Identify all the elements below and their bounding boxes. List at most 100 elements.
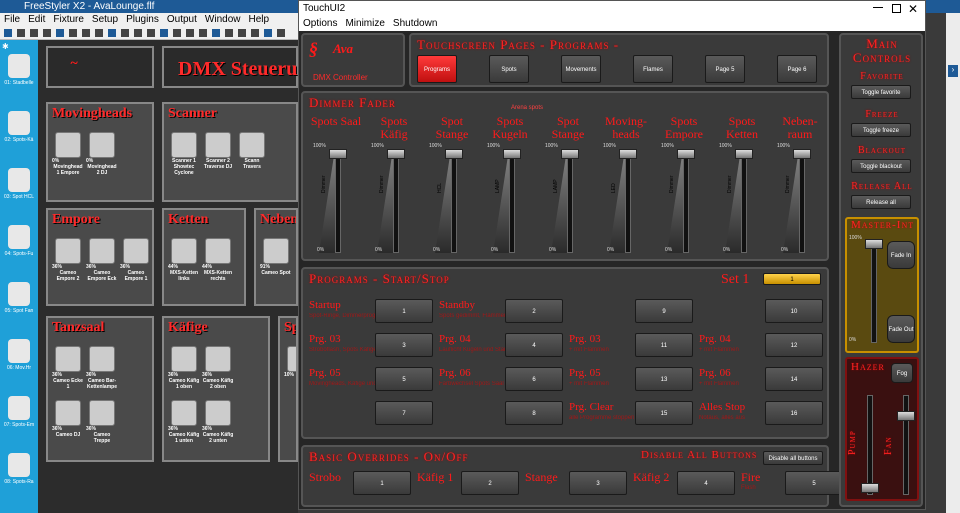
program-button[interactable]: 10 xyxy=(765,299,823,323)
toolbar-tool-icon[interactable] xyxy=(225,29,233,37)
toolbar-tool-icon[interactable] xyxy=(212,29,220,37)
freeze-button[interactable]: Toggle freeze xyxy=(851,123,911,137)
pump-fader-track[interactable] xyxy=(867,395,873,495)
fixture[interactable]: 91% Cameo Spot xyxy=(260,238,292,276)
toolbar-tool-icon[interactable] xyxy=(69,29,77,37)
program-button[interactable]: 4 xyxy=(505,333,563,357)
dimmer-fader[interactable]: 100% 0% LAMP xyxy=(545,133,595,253)
toolbar-tool-icon[interactable] xyxy=(238,29,246,37)
blackout-button[interactable]: Toggle blackout xyxy=(851,159,911,173)
touchui-menu-item[interactable]: Shutdown xyxy=(393,18,437,29)
fixture[interactable]: 0% Movinghead 1 Empore xyxy=(52,132,84,176)
fixture[interactable]: 44% MXS-Ketten rechts xyxy=(202,238,234,282)
set-button[interactable]: 1 xyxy=(763,273,821,285)
fixture[interactable]: Scanner 2 Traverse DJ xyxy=(202,132,234,170)
dimmer-fader[interactable]: 100% 0% Dimmer xyxy=(719,133,769,253)
page-button[interactable]: Movements xyxy=(561,55,601,83)
sidebar-item[interactable]: 01: Stadbelle xyxy=(2,52,36,96)
master-fader-track[interactable] xyxy=(871,239,877,343)
disable-all-button[interactable]: Disable all buttons xyxy=(763,451,823,465)
program-button[interactable]: 14 xyxy=(765,367,823,391)
sidebar-item[interactable]: 05: Spot Fan xyxy=(2,280,36,324)
fixture[interactable]: 36% Cameo DJ xyxy=(52,400,84,438)
fixture[interactable]: 36% Cameo Empore 2 xyxy=(52,238,84,282)
favorite-button[interactable]: Toggle favorite xyxy=(851,85,911,99)
override-button[interactable]: 3 xyxy=(569,471,627,495)
close-icon[interactable]: ✕ xyxy=(907,2,919,16)
fixture[interactable]: 10%Tr xyxy=(284,346,296,384)
fader-knob[interactable] xyxy=(387,149,405,159)
fader-knob[interactable] xyxy=(561,149,579,159)
touchui-menu-item[interactable]: Minimize xyxy=(345,18,384,29)
override-button[interactable]: 2 xyxy=(461,471,519,495)
fader-knob[interactable] xyxy=(445,149,463,159)
toolbar-tool-icon[interactable] xyxy=(147,29,155,37)
program-button[interactable]: 3 xyxy=(375,333,433,357)
page-button[interactable]: Page 5 xyxy=(705,55,745,83)
fixture[interactable]: 36% Cameo Käfig 2 oben xyxy=(202,346,234,390)
fs-menu-item[interactable]: File xyxy=(4,14,20,25)
chevron-right-icon[interactable]: › xyxy=(948,65,958,77)
fixture[interactable]: 36% Cameo Bar-Kettenlampe xyxy=(86,346,118,390)
sidebar-pin-icon[interactable]: ✱ xyxy=(2,42,10,51)
fader-knob[interactable] xyxy=(329,149,347,159)
fixture[interactable]: 36% Cameo Ecke 1 xyxy=(52,346,84,390)
program-button[interactable]: 15 xyxy=(635,401,693,425)
fade-out-button[interactable]: Fade Out xyxy=(887,315,915,343)
toolbar-tool-icon[interactable] xyxy=(134,29,142,37)
fog-button[interactable]: Fog xyxy=(891,363,913,383)
program-button[interactable]: 5 xyxy=(375,367,433,391)
program-button[interactable]: 1 xyxy=(375,299,433,323)
fixture[interactable]: Scann Travers xyxy=(236,132,268,170)
program-button[interactable]: 11 xyxy=(635,333,693,357)
program-button[interactable]: 9 xyxy=(635,299,693,323)
fixture[interactable]: Scanner 1 Showtec Cyclone xyxy=(168,132,200,176)
touchui-menu-item[interactable]: Options xyxy=(303,18,337,29)
toolbar-tool-icon[interactable] xyxy=(56,29,64,37)
fs-menu-item[interactable]: Edit xyxy=(28,14,45,25)
fixture[interactable]: 36% Cameo Käfig 1 oben xyxy=(168,346,200,390)
program-button[interactable]: 13 xyxy=(635,367,693,391)
minimize-icon[interactable] xyxy=(873,7,883,8)
dimmer-fader[interactable]: 100% 0% Dimmer xyxy=(371,133,421,253)
release-all-button[interactable]: Release all xyxy=(851,195,911,209)
page-button[interactable]: Page 6 xyxy=(777,55,817,83)
override-button[interactable]: 1 xyxy=(353,471,411,495)
toolbar-tool-icon[interactable] xyxy=(95,29,103,37)
dimmer-fader[interactable]: 100% 0% Dimmer xyxy=(661,133,711,253)
program-button[interactable]: 16 xyxy=(765,401,823,425)
fade-in-button[interactable]: Fade In xyxy=(887,241,915,269)
fixture[interactable]: 36% Cameo Käfig 1 unten xyxy=(168,400,200,444)
toolbar-tool-icon[interactable] xyxy=(43,29,51,37)
toolbar-tool-icon[interactable] xyxy=(264,29,272,37)
fixture[interactable]: 36% Cameo Käfig 2 unten xyxy=(202,400,234,444)
program-button[interactable]: 8 xyxy=(505,401,563,425)
toolbar-tool-icon[interactable] xyxy=(160,29,168,37)
fader-knob[interactable] xyxy=(735,149,753,159)
fader-knob[interactable] xyxy=(677,149,695,159)
program-button[interactable]: 12 xyxy=(765,333,823,357)
page-button[interactable]: Flames xyxy=(633,55,673,83)
toolbar-tool-icon[interactable] xyxy=(108,29,116,37)
toolbar-tool-icon[interactable] xyxy=(173,29,181,37)
maximize-icon[interactable] xyxy=(892,4,901,13)
program-button[interactable]: 2 xyxy=(505,299,563,323)
fs-menu-item[interactable]: Help xyxy=(248,14,269,25)
dimmer-fader[interactable]: 100% 0% Dimmer xyxy=(313,133,363,253)
toolbar-tool-icon[interactable] xyxy=(277,29,285,37)
fixture[interactable]: 36% Cameo Empore 1 xyxy=(120,238,152,282)
sidebar-item[interactable]: 04: Spots-Fu xyxy=(2,223,36,267)
master-fader-knob[interactable] xyxy=(865,239,883,249)
dimmer-fader[interactable]: 100% 0% LED xyxy=(603,133,653,253)
fs-menu-item[interactable]: Setup xyxy=(92,14,118,25)
fan-fader-knob[interactable] xyxy=(897,411,915,421)
toolbar-tool-icon[interactable] xyxy=(251,29,259,37)
program-button[interactable]: 6 xyxy=(505,367,563,391)
fixture[interactable]: 36% Cameo Empore Eck xyxy=(86,238,118,282)
toolbar-tool-icon[interactable] xyxy=(199,29,207,37)
fan-fader-track[interactable] xyxy=(903,395,909,495)
fixture[interactable]: 36% Cameo Treppe xyxy=(86,400,118,444)
fs-menu-item[interactable]: Plugins xyxy=(126,14,159,25)
fader-knob[interactable] xyxy=(793,149,811,159)
sidebar-item[interactable]: 06: Mov.Hr xyxy=(2,337,36,381)
